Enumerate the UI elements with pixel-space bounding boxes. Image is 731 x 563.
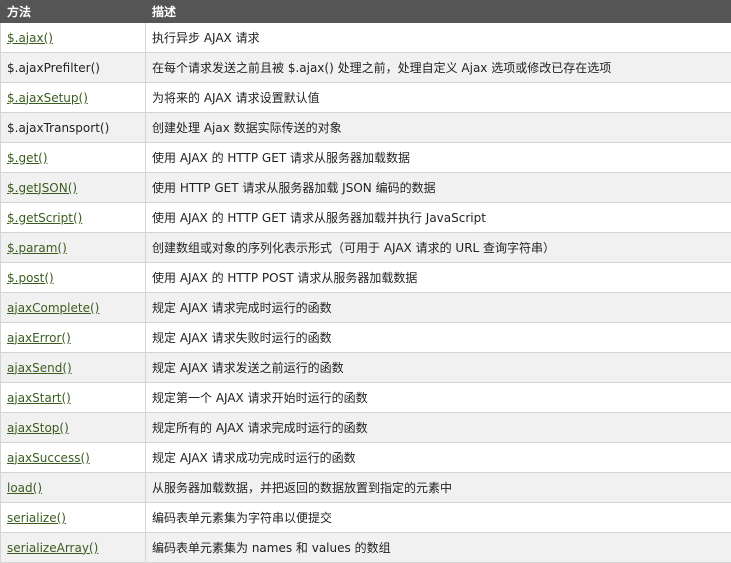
table-row: serialize() 编码表单元素集为字符串以便提交 <box>0 502 731 533</box>
description-cell: 规定第一个 AJAX 请求开始时运行的函数 <box>145 382 731 413</box>
description-cell: 规定 AJAX 请求完成时运行的函数 <box>145 292 731 323</box>
header-row: 方法 描述 <box>0 0 731 23</box>
table-row: $.ajaxSetup() 为将来的 AJAX 请求设置默认值 <box>0 82 731 113</box>
description-cell: 创建处理 Ajax 数据实际传送的对象 <box>145 112 731 143</box>
method-cell: $.post() <box>0 262 146 293</box>
method-cell: $.getJSON() <box>0 172 146 203</box>
method-cell: $.ajax() <box>0 22 146 53</box>
table-row: ajaxStart() 规定第一个 AJAX 请求开始时运行的函数 <box>0 382 731 413</box>
description-cell: 为将来的 AJAX 请求设置默认值 <box>145 82 731 113</box>
table-row: $.get() 使用 AJAX 的 HTTP GET 请求从服务器加载数据 <box>0 142 731 173</box>
description-cell: 编码表单元素集为 names 和 values 的数组 <box>145 532 731 563</box>
method-cell: $.getScript() <box>0 202 146 233</box>
method-name: $.ajaxPrefilter() <box>7 60 100 75</box>
method-cell: ajaxStart() <box>0 382 146 413</box>
method-link[interactable]: $.post() <box>7 271 54 285</box>
method-link[interactable]: ajaxComplete() <box>7 301 99 315</box>
table-row: load() 从服务器加载数据，并把返回的数据放置到指定的元素中 <box>0 472 731 503</box>
table-row: $.post() 使用 AJAX 的 HTTP POST 请求从服务器加载数据 <box>0 262 731 293</box>
description-cell: 在每个请求发送之前且被 $.ajax() 处理之前，处理自定义 Ajax 选项或… <box>145 52 731 83</box>
description-cell: 编码表单元素集为字符串以便提交 <box>145 502 731 533</box>
method-cell: serializeArray() <box>0 532 146 563</box>
description-cell: 使用 AJAX 的 HTTP POST 请求从服务器加载数据 <box>145 262 731 293</box>
method-link[interactable]: serializeArray() <box>7 541 98 555</box>
table-row: $.param() 创建数组或对象的序列化表示形式（可用于 AJAX 请求的 UR… <box>0 232 731 263</box>
method-link[interactable]: $.getJSON() <box>7 181 77 195</box>
method-link[interactable]: ajaxSuccess() <box>7 451 90 465</box>
method-cell: $.get() <box>0 142 146 173</box>
method-cell: load() <box>0 472 146 503</box>
table-row: serializeArray() 编码表单元素集为 names 和 values … <box>0 532 731 563</box>
method-link[interactable]: load() <box>7 481 42 495</box>
method-link[interactable]: $.getScript() <box>7 211 82 225</box>
method-link[interactable]: ajaxError() <box>7 331 71 345</box>
method-cell: $.param() <box>0 232 146 263</box>
table-row: ajaxSuccess() 规定 AJAX 请求成功完成时运行的函数 <box>0 442 731 473</box>
description-cell: 规定 AJAX 请求成功完成时运行的函数 <box>145 442 731 473</box>
method-cell: ajaxError() <box>0 322 146 353</box>
method-cell: ajaxStop() <box>0 412 146 443</box>
description-cell: 创建数组或对象的序列化表示形式（可用于 AJAX 请求的 URL 查询字符串） <box>145 232 731 263</box>
method-cell: $.ajaxPrefilter() <box>0 52 146 83</box>
method-link[interactable]: ajaxSend() <box>7 361 72 375</box>
table-row: ajaxComplete() 规定 AJAX 请求完成时运行的函数 <box>0 292 731 323</box>
method-cell: $.ajaxSetup() <box>0 82 146 113</box>
description-cell: 规定 AJAX 请求发送之前运行的函数 <box>145 352 731 383</box>
method-link[interactable]: ajaxStop() <box>7 421 69 435</box>
table-row: $.ajax() 执行异步 AJAX 请求 <box>0 22 731 53</box>
ajax-methods-table: 方法 描述 $.ajax() 执行异步 AJAX 请求 $.ajaxPrefilte… <box>0 0 731 563</box>
method-link[interactable]: $.param() <box>7 241 67 255</box>
method-name: $.ajaxTransport() <box>7 120 110 135</box>
method-cell: ajaxSend() <box>0 352 146 383</box>
table-row: $.ajaxTransport() 创建处理 Ajax 数据实际传送的对象 <box>0 112 731 143</box>
method-link[interactable]: $.ajax() <box>7 31 53 45</box>
description-cell: 规定所有的 AJAX 请求完成时运行的函数 <box>145 412 731 443</box>
method-link[interactable]: $.get() <box>7 151 48 165</box>
header-method: 方法 <box>0 0 146 23</box>
table-body: $.ajax() 执行异步 AJAX 请求 $.ajaxPrefilter() 在每个… <box>0 22 731 563</box>
description-cell: 使用 HTTP GET 请求从服务器加载 JSON 编码的数据 <box>145 172 731 203</box>
description-cell: 规定 AJAX 请求失败时运行的函数 <box>145 322 731 353</box>
description-cell: 从服务器加载数据，并把返回的数据放置到指定的元素中 <box>145 472 731 503</box>
table-row: ajaxSend() 规定 AJAX 请求发送之前运行的函数 <box>0 352 731 383</box>
table-row: $.getScript() 使用 AJAX 的 HTTP GET 请求从服务器加载… <box>0 202 731 233</box>
table-header: 方法 描述 <box>0 0 731 23</box>
method-cell: $.ajaxTransport() <box>0 112 146 143</box>
method-link[interactable]: ajaxStart() <box>7 391 71 405</box>
description-cell: 使用 AJAX 的 HTTP GET 请求从服务器加载并执行 JavaScrip… <box>145 202 731 233</box>
table-row: ajaxError() 规定 AJAX 请求失败时运行的函数 <box>0 322 731 353</box>
description-cell: 使用 AJAX 的 HTTP GET 请求从服务器加载数据 <box>145 142 731 173</box>
table-row: $.getJSON() 使用 HTTP GET 请求从服务器加载 JSON 编码的… <box>0 172 731 203</box>
description-cell: 执行异步 AJAX 请求 <box>145 22 731 53</box>
table-row: $.ajaxPrefilter() 在每个请求发送之前且被 $.ajax() 处理… <box>0 52 731 83</box>
method-link[interactable]: serialize() <box>7 511 66 525</box>
header-description: 描述 <box>145 0 731 23</box>
method-link[interactable]: $.ajaxSetup() <box>7 91 88 105</box>
table-row: ajaxStop() 规定所有的 AJAX 请求完成时运行的函数 <box>0 412 731 443</box>
method-cell: serialize() <box>0 502 146 533</box>
method-cell: ajaxComplete() <box>0 292 146 323</box>
method-cell: ajaxSuccess() <box>0 442 146 473</box>
